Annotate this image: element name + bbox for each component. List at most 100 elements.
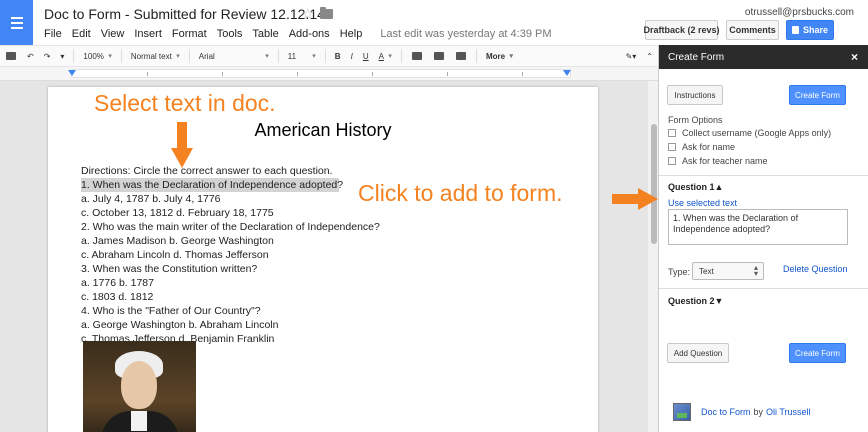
question-2-toggle[interactable]: Question 2▼ <box>668 296 723 306</box>
checkbox[interactable] <box>668 129 676 137</box>
menu-table[interactable]: Table <box>252 28 278 40</box>
menu-insert[interactable]: Insert <box>134 28 162 40</box>
comment-icon[interactable] <box>433 52 444 60</box>
portrait-image[interactable] <box>83 341 196 432</box>
folder-icon[interactable] <box>320 7 333 19</box>
menu-bar: File Edit View Insert Format Tools Table… <box>44 28 562 40</box>
use-selected-text-link[interactable]: Use selected text <box>668 198 737 208</box>
menu-file[interactable]: File <box>44 28 62 40</box>
document-body[interactable]: Directions: Circle the correct answer to… <box>81 164 380 346</box>
left-indent-marker[interactable] <box>68 70 76 76</box>
annotation-click-to-add: Click to add to form. <box>358 180 563 206</box>
image-icon[interactable] <box>455 52 466 60</box>
option-ask-teacher-name[interactable]: Ask for teacher name <box>668 155 831 167</box>
redo-icon[interactable]: ↷ <box>44 52 51 61</box>
document-title[interactable]: Doc to Form - Submitted for Review 12.12… <box>44 6 325 22</box>
document-canvas[interactable]: American History Directions: Circle the … <box>0 81 658 432</box>
doc-line[interactable]: a. James Madison b. George Washington <box>81 234 380 248</box>
toolbar-divider <box>400 49 402 63</box>
zoom-select[interactable]: 100% <box>83 52 112 61</box>
doc-line[interactable]: 2. Who was the main writer of the Declar… <box>81 220 380 234</box>
document-scroll-thumb[interactable] <box>651 124 657 244</box>
toolbar-divider <box>188 49 190 63</box>
doc-line-selected[interactable]: 1. When was the Declaration of Independe… <box>81 178 343 192</box>
link-icon[interactable] <box>411 52 422 60</box>
docs-logo-icon[interactable] <box>0 0 33 45</box>
doc-line[interactable]: c. October 13, 1812 d. February 18, 1775 <box>81 206 380 220</box>
delete-question-link[interactable]: Delete Question <box>783 264 848 274</box>
doc-line[interactable]: a. 1776 b. 1787 <box>81 276 380 290</box>
author-link[interactable]: Oli Trussell <box>766 407 811 417</box>
menu-tools[interactable]: Tools <box>217 28 243 40</box>
footer-by: by <box>753 407 764 417</box>
add-question-button[interactable]: Add Question <box>667 343 729 363</box>
lock-icon <box>791 26 799 34</box>
user-email[interactable]: otrussell@prsbucks.com <box>745 7 854 18</box>
last-edit-status[interactable]: Last edit was yesterday at 4:39 PM <box>380 28 551 40</box>
document-heading[interactable]: American History <box>48 120 598 141</box>
checkbox[interactable] <box>668 143 676 151</box>
doc-line[interactable]: c. 1803 d. 1812 <box>81 290 380 304</box>
text-color-button[interactable]: A <box>379 52 393 61</box>
right-indent-marker[interactable] <box>563 70 571 76</box>
paint-format-icon[interactable]: ▾ <box>60 52 64 61</box>
collapse-icon[interactable]: ⌃ <box>646 52 653 61</box>
create-form-button-bottom[interactable]: Create Form <box>789 343 846 363</box>
option-collect-username[interactable]: Collect username (Google Apps only) <box>668 127 831 139</box>
question-text-input[interactable]: 1. When was the Declaration of Independe… <box>668 209 848 245</box>
share-label: Share <box>802 25 828 35</box>
menu-view[interactable]: View <box>101 28 125 40</box>
menu-edit[interactable]: Edit <box>72 28 91 40</box>
question-type-select[interactable]: Text ▴ ▾ <box>692 262 764 280</box>
pen-icon[interactable]: ✎▾ <box>626 52 637 61</box>
close-icon[interactable]: × <box>851 50 858 64</box>
stepper-arrows-icon: ▴ ▾ <box>753 263 758 278</box>
doc-line[interactable]: c. Abraham Lincoln d. Thomas Jefferson <box>81 248 380 262</box>
doc-line[interactable]: 3. When was the Constitution written? <box>81 262 380 276</box>
form-options-label: Form Options <box>668 115 723 125</box>
doc-line-directions[interactable]: Directions: Circle the correct answer to… <box>81 164 380 178</box>
menu-format[interactable]: Format <box>172 28 207 40</box>
draftback-button[interactable]: Draftback (2 revs) <box>643 20 720 40</box>
create-form-button[interactable]: Create Form <box>789 85 846 105</box>
document-page[interactable]: American History Directions: Circle the … <box>48 87 598 432</box>
toolbar-divider <box>324 49 326 63</box>
doc-line[interactable]: a. July 4, 1787 b. July 4, 1776 <box>81 192 380 206</box>
panel-header: Create Form × <box>659 45 868 69</box>
star-icon[interactable]: ☆ <box>301 5 314 23</box>
menu-help[interactable]: Help <box>340 28 363 40</box>
doc-line[interactable]: a. George Washington b. Abraham Lincoln <box>81 318 380 332</box>
arrow-down-icon <box>171 122 193 168</box>
toolbar-divider <box>277 49 279 63</box>
panel-title: Create Form <box>668 51 725 63</box>
question-2-section: Question 2▼ <box>659 288 868 306</box>
menu-add-ons[interactable]: Add-ons <box>289 28 330 40</box>
doc-line[interactable]: 4. Who is the "Father of Our Country"? <box>81 304 380 318</box>
toolbar-divider <box>73 49 75 63</box>
font-select[interactable]: Arial <box>199 52 269 61</box>
option-ask-name[interactable]: Ask for name <box>668 141 831 153</box>
print-icon[interactable] <box>6 52 16 60</box>
comments-button[interactable]: Comments <box>726 20 779 40</box>
share-button[interactable]: Share <box>786 20 834 40</box>
checkbox[interactable] <box>668 157 676 165</box>
formatting-toolbar: ↶ ↷ ▾ 100% Normal text Arial 11 B I U A … <box>0 45 658 67</box>
top-bar: Doc to Form - Submitted for Review 12.12… <box>0 0 868 45</box>
question-1-toggle[interactable]: Question 1▲ <box>668 182 723 192</box>
style-select[interactable]: Normal text <box>131 52 180 61</box>
arrow-right-icon <box>612 188 658 210</box>
toolbar-divider <box>475 49 477 63</box>
undo-icon[interactable]: ↶ <box>27 52 34 61</box>
font-size-select[interactable]: 11 <box>288 52 316 61</box>
doc-to-form-link[interactable]: Doc to Form <box>701 407 751 417</box>
ruler-track <box>71 69 571 78</box>
bold-button[interactable]: B <box>335 52 341 61</box>
toolbar-divider <box>120 49 122 63</box>
underline-button[interactable]: U <box>363 52 369 61</box>
italic-button[interactable]: I <box>351 52 353 61</box>
create-form-panel: Create Form × Instructions Create Form F… <box>658 45 868 432</box>
more-button[interactable]: More <box>486 52 513 61</box>
instructions-button[interactable]: Instructions <box>667 85 723 105</box>
panel-footer: Doc to Form by Oli Trussell <box>673 403 811 421</box>
form-options: Form Options Collect username (Google Ap… <box>668 115 831 167</box>
